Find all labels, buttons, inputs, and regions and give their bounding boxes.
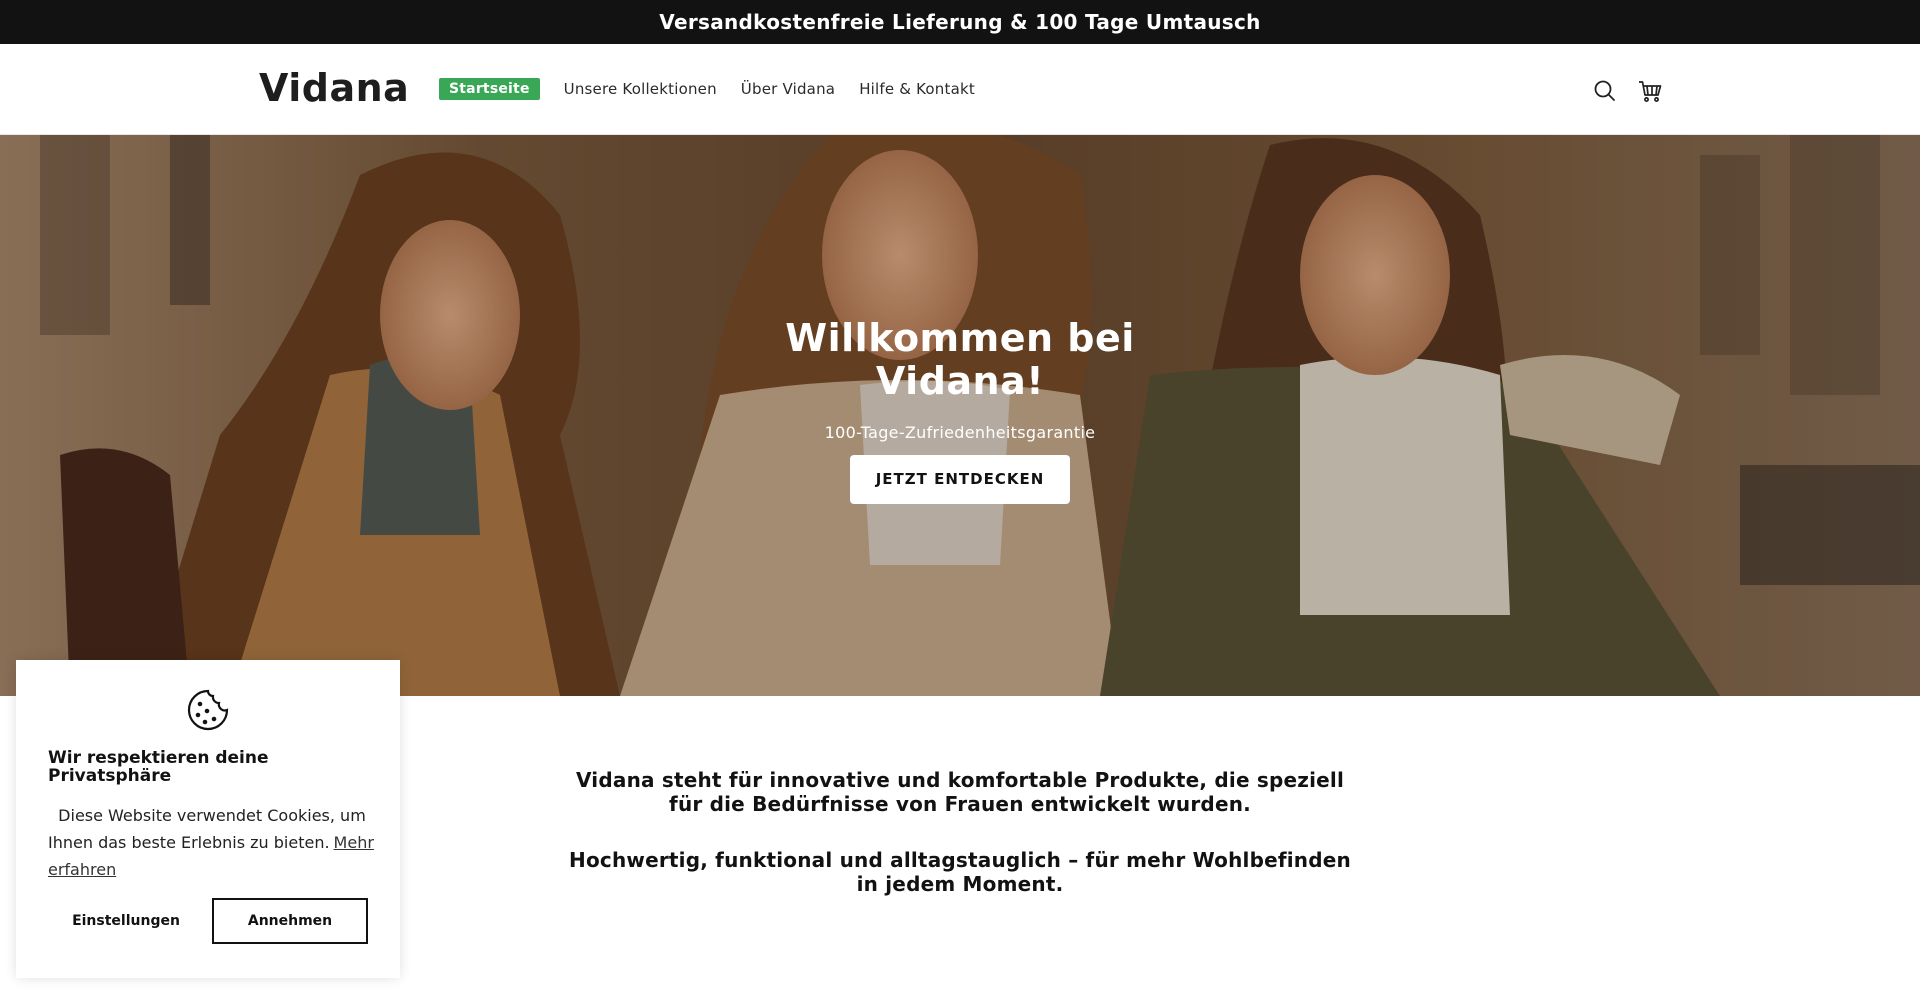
hero-title: Willkommen bei Vidana!	[785, 316, 1135, 403]
cookie-text: Diese Website verwendet Cookies, um Ihne…	[48, 802, 378, 883]
hero-content: Willkommen bei Vidana! 100-Tage-Zufriede…	[760, 317, 1160, 504]
hero-banner: Willkommen bei Vidana! 100-Tage-Zufriede…	[0, 135, 1920, 696]
cookie-message: Diese Website verwendet Cookies, um Ihne…	[48, 806, 366, 852]
nav-item-kollektionen[interactable]: Unsere Kollektionen	[564, 80, 717, 98]
cookie-settings-button[interactable]: Einstellungen	[48, 898, 204, 944]
cart-icon[interactable]	[1636, 77, 1664, 105]
intro-paragraph-2: Hochwertig, funktional und alltagstaugli…	[569, 848, 1351, 896]
cookie-banner: Wir respektieren deine Privatsphäre Dies…	[16, 660, 400, 978]
site-header: Vidana Startseite Unsere Kollektionen Üb…	[0, 44, 1920, 135]
nav-item-startseite[interactable]: Startseite	[439, 78, 540, 100]
cookie-accept-button[interactable]: Annehmen	[212, 898, 368, 944]
hero-subtitle: 100-Tage-Zufriedenheitsgarantie	[824, 423, 1096, 442]
discover-button[interactable]: JETZT ENTDECKEN	[850, 455, 1070, 504]
intro-section: Vidana steht für innovative und komforta…	[560, 768, 1360, 896]
search-icon[interactable]	[1591, 77, 1619, 105]
nav-item-ueber-vidana[interactable]: Über Vidana	[741, 80, 835, 98]
nav-item-hilfe-kontakt[interactable]: Hilfe & Kontakt	[859, 80, 975, 98]
intro-paragraph-1: Vidana steht für innovative und komforta…	[575, 768, 1345, 816]
logo[interactable]: Vidana	[259, 66, 409, 110]
announcement-bar: Versandkostenfreie Lieferung & 100 Tage …	[0, 0, 1920, 44]
cookie-title: Wir respektieren deine Privatsphäre	[48, 748, 269, 786]
main-nav: Startseite Unsere Kollektionen Über Vida…	[439, 78, 999, 100]
announcement-text: Versandkostenfreie Lieferung & 100 Tage …	[659, 10, 1261, 34]
cookie-icon	[186, 688, 230, 732]
